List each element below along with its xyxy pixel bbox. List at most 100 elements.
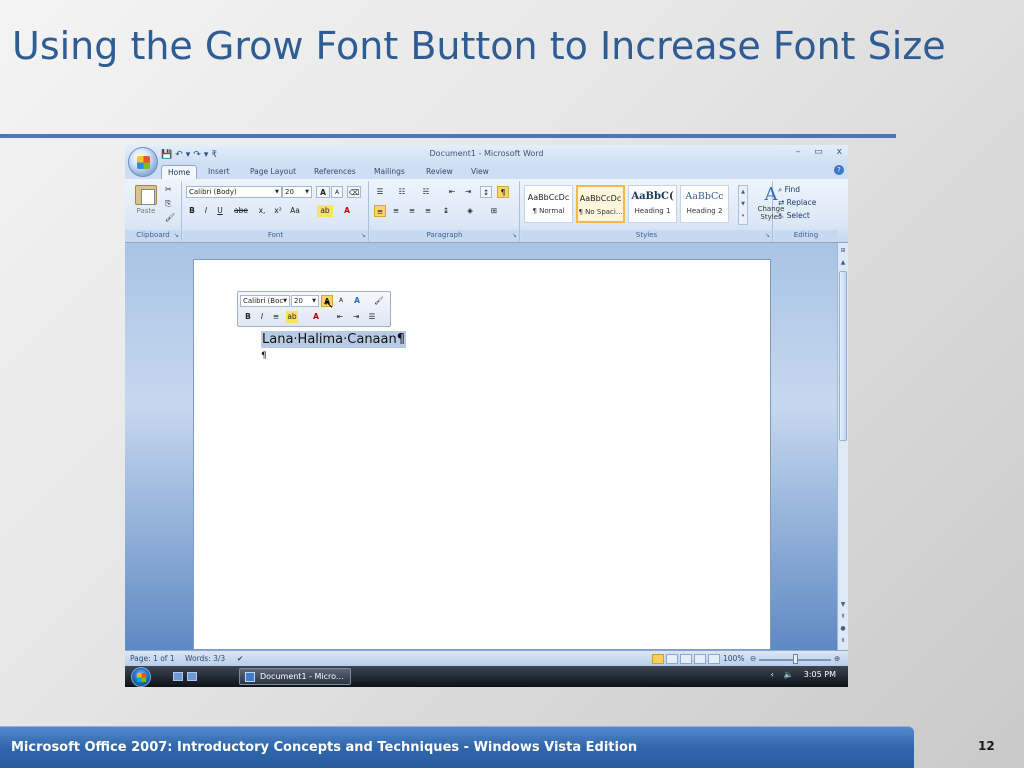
zoom-in-icon[interactable]: ⊕ [834,654,840,663]
line-spacing-icon[interactable]: ↨ [440,205,452,217]
proofing-icon[interactable]: ✔ [237,654,243,663]
tab-home[interactable]: Home [161,165,198,179]
previous-page-icon[interactable]: ⇞ [838,613,848,620]
mini-font-color-icon[interactable]: A [310,311,322,323]
italic-button[interactable]: I [200,205,212,217]
multilevel-list-icon[interactable]: ☵ [420,186,432,198]
select-browse-icon[interactable]: ● [838,625,848,632]
mini-increase-indent-icon[interactable]: ⇥ [350,311,362,323]
redo-icon[interactable]: ↷ [193,149,201,161]
select-button[interactable]: ↖ Select [778,211,810,220]
mini-bold-button[interactable]: B [242,311,254,323]
scroll-down-icon[interactable]: ▼ [838,601,848,608]
mini-font-name-box[interactable]: Calibri (Boc ▼ [240,295,290,307]
office-button[interactable] [128,147,158,177]
outline-icon[interactable] [694,654,706,664]
word-count[interactable]: Words: 3/3 [185,654,225,663]
zoom-knob[interactable] [793,654,798,664]
mini-bullets-icon[interactable]: ☰ [366,311,378,323]
draft-icon[interactable] [708,654,720,664]
font-name-box[interactable]: Calibri (Body) ▼ [186,186,282,198]
sort-icon[interactable]: ↕ [480,186,492,198]
mini-styles-icon[interactable]: A [351,295,363,307]
cut-icon[interactable]: ✂ [165,185,172,194]
start-button[interactable] [131,667,151,687]
bullets-icon[interactable]: ☰ [374,186,386,198]
underline-button[interactable]: U [214,205,226,217]
format-painter-icon[interactable]: 🖌 [165,213,175,222]
mini-highlight-icon[interactable]: ab [286,311,298,323]
print-layout-icon[interactable] [652,654,664,664]
scroll-thumb[interactable] [839,271,847,441]
zoom-level[interactable]: 100% [723,654,744,663]
bold-button[interactable]: B [186,205,198,217]
mini-shrink-font-button[interactable]: A [335,295,347,307]
switch-windows-icon[interactable] [187,672,197,681]
tab-references[interactable]: References [308,165,362,179]
gallery-scroll[interactable]: ▲ ▼ ▾ [738,185,748,225]
mini-format-painter-icon[interactable]: 🖌 [373,295,385,307]
redo-dropdown-icon[interactable]: ▾ [204,149,209,161]
view-ruler-icon[interactable]: ⊞ [838,247,848,254]
highlight-color-icon[interactable]: ab [317,205,333,217]
undo-icon[interactable]: ↶ [175,149,183,161]
vertical-scrollbar[interactable]: ⊞ ▲ ▼ ⇞ ● ⇟ [837,243,848,650]
style-normal[interactable]: AaBbCcDc ¶ Normal [524,185,573,223]
tray-expand-icon[interactable]: ‹ [771,670,774,679]
superscript-button[interactable]: x² [272,205,284,217]
find-button[interactable]: ⌕ Find [778,185,800,195]
clock[interactable]: 3:05 PM [804,670,836,679]
increase-indent-icon[interactable]: ⇥ [462,186,474,198]
next-page-icon[interactable]: ⇟ [838,637,848,644]
volume-icon[interactable]: 🔈 [784,670,794,679]
save-icon[interactable]: 💾 [161,149,172,161]
full-screen-reading-icon[interactable] [666,654,678,664]
styles-launcher-icon[interactable]: ↘ [765,232,770,239]
align-left-icon[interactable]: ≡ [374,205,386,217]
justify-icon[interactable]: ≡ [422,205,434,217]
zoom-out-icon[interactable]: ⊖ [750,654,756,663]
web-layout-icon[interactable] [680,654,692,664]
minimize-button[interactable]: – [796,147,801,157]
mini-italic-button[interactable]: I [256,311,268,323]
font-color-icon[interactable]: A [341,205,353,217]
style-heading-1[interactable]: AaBbC(Heading 1 [628,185,677,223]
clear-formatting-icon[interactable]: ⌫ [347,186,361,198]
font-size-box[interactable]: 20 ▼ [282,186,312,198]
strikethrough-button[interactable]: abe [234,205,248,217]
taskbar-word-button[interactable]: Document1 - Micro... [239,668,351,685]
shading-icon[interactable]: ◈ [464,205,476,217]
tab-insert[interactable]: Insert [202,165,236,179]
shrink-font-button[interactable]: A [331,186,343,198]
change-case-button[interactable]: Aa [289,205,301,217]
decrease-indent-icon[interactable]: ⇤ [446,186,458,198]
scroll-up-icon[interactable]: ▲ [838,259,848,266]
font-launcher-icon[interactable]: ↘ [361,232,366,239]
mini-decrease-indent-icon[interactable]: ⇤ [334,311,346,323]
borders-icon[interactable]: ⊞ [488,205,500,217]
tab-view[interactable]: View [465,165,495,179]
paste-button[interactable]: Paste [129,185,163,227]
show-hide-icon[interactable]: ¶ [497,186,509,198]
align-center-icon[interactable]: ≡ [390,205,402,217]
mini-font-size-box[interactable]: 20 ▼ [291,295,319,307]
subscript-button[interactable]: x, [256,205,268,217]
tab-page-layout[interactable]: Page Layout [244,165,302,179]
copy-icon[interactable]: ⎘ [165,199,171,209]
paragraph-launcher-icon[interactable]: ↘ [512,232,517,239]
style-no-spacing[interactable]: AaBbCcDc ¶ No Spaci... [576,185,625,223]
mini-center-icon[interactable]: ≡ [270,311,282,323]
align-right-icon[interactable]: ≡ [406,205,418,217]
page-count[interactable]: Page: 1 of 1 [130,654,175,663]
close-button[interactable]: x [837,147,842,157]
tab-mailings[interactable]: Mailings [368,165,411,179]
style-heading-2[interactable]: AaBbCc Heading 2 [680,185,729,223]
clipboard-launcher-icon[interactable]: ↘ [174,232,179,239]
tab-review[interactable]: Review [420,165,459,179]
help-icon[interactable]: ? [834,165,844,175]
customize-qat-icon[interactable]: ₹ [211,149,217,161]
replace-button[interactable]: ⇄ Replace [778,198,816,207]
show-desktop-icon[interactable] [173,672,183,681]
numbering-icon[interactable]: ☷ [396,186,408,198]
grow-font-button[interactable]: A [316,186,330,198]
